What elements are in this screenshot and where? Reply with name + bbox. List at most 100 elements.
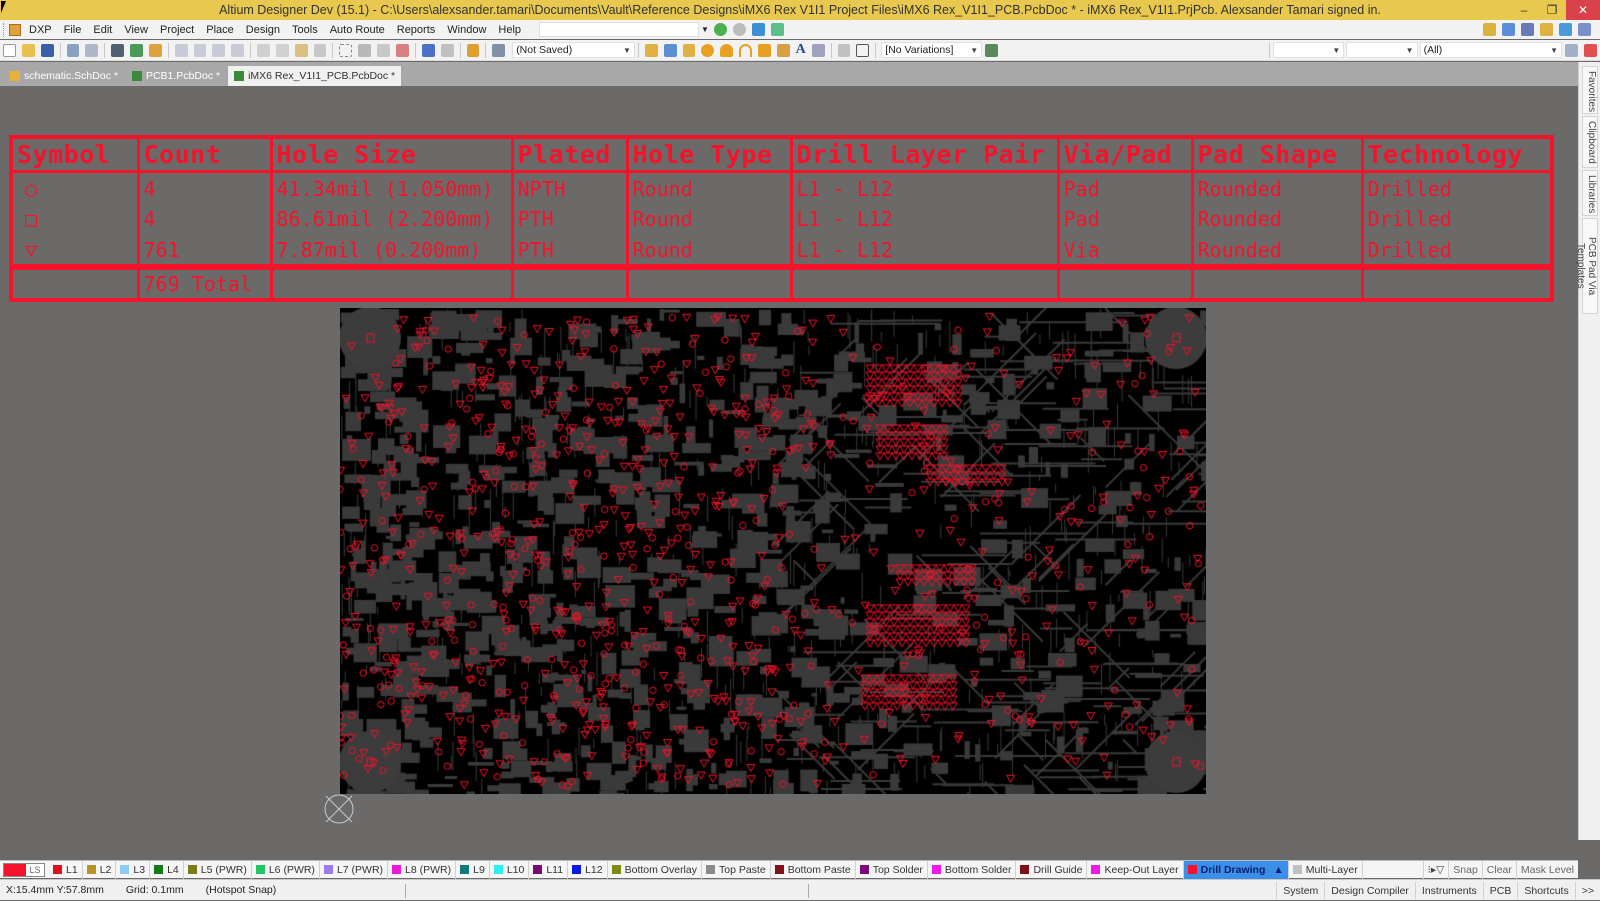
layer-tab-top-solder[interactable]: Top Solder: [856, 860, 928, 879]
layer-tab-l3[interactable]: L3: [116, 860, 151, 879]
place-arc-icon[interactable]: [739, 43, 752, 57]
layer-tab-l5-pwr[interactable]: L5 (PWR): [184, 860, 252, 879]
undo-icon[interactable]: [421, 43, 435, 57]
menu-place[interactable]: Place: [200, 24, 240, 36]
close-button[interactable]: ✕: [1566, 0, 1600, 20]
layer-filter-icon[interactable]: ⁝▸▽: [1422, 861, 1449, 879]
align-tools-icon[interactable]: [1502, 23, 1515, 36]
layer-tab-l11[interactable]: L11: [529, 860, 569, 879]
place-room-tools-icon[interactable]: [1540, 23, 1553, 36]
cross-probe-icon[interactable]: [466, 43, 480, 57]
instruments-panel-button[interactable]: Instruments: [1414, 882, 1483, 899]
wiring-tools-icon[interactable]: [1483, 23, 1496, 36]
mask-level-button[interactable]: Mask Level: [1515, 861, 1578, 879]
layer-tab-drill-drawing[interactable]: Drill Drawing ▲: [1183, 860, 1289, 879]
menu-file[interactable]: File: [58, 24, 88, 36]
interactive-routing-icon[interactable]: [644, 43, 658, 57]
saved-state-dropdown[interactable]: (Not Saved) ▼: [512, 42, 635, 58]
sheet-view-icon[interactable]: [148, 43, 162, 57]
place-component-icon[interactable]: [811, 43, 825, 57]
cut-icon[interactable]: [257, 43, 270, 57]
panel-tab-favorites[interactable]: Favorites: [1582, 66, 1598, 114]
menu-edit[interactable]: Edit: [87, 24, 118, 36]
layer-tab-bottom-solder[interactable]: Bottom Solder: [928, 860, 1017, 879]
grid-tools-icon[interactable]: [1578, 23, 1591, 36]
tab-imx6-pcb[interactable]: iMX6 Rex_V1I1_PCB.PcbDoc *: [228, 66, 402, 86]
move-selection-icon[interactable]: [358, 43, 372, 57]
pcb-panel-button[interactable]: PCB: [1482, 882, 1518, 899]
nav-forward-icon[interactable]: [732, 23, 746, 36]
tab-schematic[interactable]: schematic.SchDoc *: [4, 66, 124, 86]
layer-tab-l2[interactable]: L2: [83, 860, 117, 879]
layer-tab-l12[interactable]: L12: [568, 860, 608, 879]
tab-pcb1[interactable]: PCB1.PcbDoc *: [126, 66, 226, 86]
menu-reports[interactable]: Reports: [391, 24, 442, 36]
pcb-board-canvas[interactable]: [340, 308, 1206, 794]
menu-design[interactable]: Design: [240, 24, 286, 36]
layer-tab-keep-out-layer[interactable]: Keep-Out Layer: [1087, 860, 1184, 879]
redo-icon[interactable]: [440, 43, 454, 57]
layer-tab-l6-pwr[interactable]: L6 (PWR): [252, 860, 320, 879]
panel-tab-pcb-pad-via-templates[interactable]: PCB Pad Via Templates: [1575, 218, 1598, 314]
zoom-filtered-icon[interactable]: [231, 43, 245, 57]
filter-combo-1[interactable]: ▼: [1273, 42, 1345, 58]
paste-icon[interactable]: [294, 43, 308, 57]
3d-view-icon[interactable]: [111, 43, 125, 57]
system-panel-button[interactable]: System: [1276, 882, 1324, 899]
clear-filter-icon[interactable]: [396, 43, 409, 57]
place-dimension-icon[interactable]: [856, 43, 870, 57]
zoom-selected-icon[interactable]: [212, 43, 226, 57]
select-area-icon[interactable]: [339, 43, 353, 57]
variations-dropdown[interactable]: [No Variations] ▼: [881, 42, 983, 58]
panel-tab-clipboard[interactable]: Clipboard: [1582, 116, 1598, 168]
restore-button[interactable]: ❐: [1538, 0, 1566, 20]
board-view-icon[interactable]: [130, 43, 143, 57]
clear-button[interactable]: Clear: [1481, 861, 1516, 879]
place-via-icon[interactable]: [720, 43, 734, 57]
diff-pair-routing-icon[interactable]: [663, 43, 677, 57]
zoom-fit-icon[interactable]: [174, 43, 188, 57]
component-tools-icon[interactable]: [1559, 23, 1572, 36]
navigation-address-input[interactable]: [539, 22, 700, 37]
menu-project[interactable]: Project: [154, 24, 200, 36]
nav-dropdown-icon[interactable]: ▼: [701, 25, 709, 34]
layer-tab-l1[interactable]: L1: [49, 860, 83, 879]
nav-refresh-icon[interactable]: [770, 23, 784, 36]
layer-tab-multi-layer[interactable]: Multi-Layer: [1289, 860, 1363, 879]
new-file-icon[interactable]: [3, 43, 16, 57]
menu-help[interactable]: Help: [492, 24, 527, 36]
layer-tab-l8-pwr[interactable]: L8 (PWR): [388, 860, 457, 879]
layer-tab-l4[interactable]: L4: [150, 860, 184, 879]
menu-window[interactable]: Window: [441, 24, 492, 36]
panel-tab-libraries[interactable]: Libraries: [1582, 170, 1598, 216]
layer-tab-drill-guide[interactable]: Drill Guide: [1016, 860, 1088, 879]
multi-routing-icon[interactable]: [682, 43, 696, 57]
layer-tab-top-paste[interactable]: Top Paste: [702, 860, 771, 879]
layer-menu-arrow-icon[interactable]: ▲: [1273, 864, 1283, 876]
more-panels-button[interactable]: >>: [1574, 882, 1600, 899]
pcb-board[interactable]: [340, 308, 1206, 794]
rubber-stamp-icon[interactable]: [313, 43, 327, 57]
nav-back-icon[interactable]: [713, 23, 727, 36]
layer-tab-l10[interactable]: L10: [490, 860, 530, 879]
clear-filter-icon[interactable]: [1583, 43, 1597, 57]
print-preview-icon[interactable]: [85, 43, 99, 57]
filter-scope-dropdown[interactable]: (All) ▼: [1419, 42, 1563, 58]
place-room-icon[interactable]: [837, 43, 851, 57]
open-file-icon[interactable]: [21, 43, 35, 57]
copy-icon[interactable]: [275, 43, 289, 57]
nav-home-icon[interactable]: [751, 23, 765, 36]
design-compiler-panel-button[interactable]: Design Compiler: [1324, 882, 1415, 899]
place-fill-icon[interactable]: [757, 43, 771, 57]
layer-tab-l9[interactable]: L9: [456, 860, 490, 879]
layer-tab-l7-pwr[interactable]: L7 (PWR): [320, 860, 389, 879]
layer-tab-bottom-paste[interactable]: Bottom Paste: [771, 860, 856, 879]
menu-auto-route[interactable]: Auto Route: [324, 24, 391, 36]
snap-button[interactable]: Snap: [1448, 861, 1482, 879]
deselect-all-icon[interactable]: [377, 43, 391, 57]
place-pad-icon[interactable]: [701, 43, 715, 57]
browse-components-icon[interactable]: [492, 43, 506, 57]
place-string-icon[interactable]: A: [796, 42, 806, 58]
place-text-tools-icon[interactable]: [1521, 23, 1534, 36]
menu-tools[interactable]: Tools: [286, 24, 324, 36]
